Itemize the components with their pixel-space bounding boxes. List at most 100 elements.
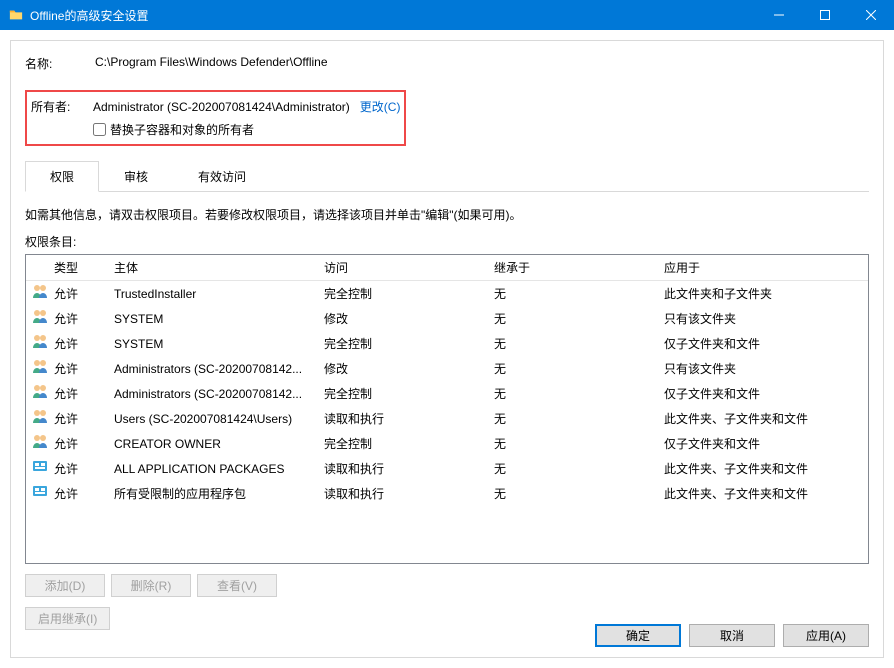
table-row[interactable]: 允许ALL APPLICATION PACKAGES读取和执行无此文件夹、子文件… [26, 456, 868, 481]
name-row: 名称: C:\Program Files\Windows Defender\Of… [25, 55, 869, 72]
ok-button[interactable]: 确定 [595, 624, 681, 647]
cell-access: 完全控制 [324, 385, 494, 403]
cell-applies: 仅子文件夹和文件 [664, 435, 868, 453]
cell-type: 允许 [54, 285, 114, 303]
maximize-button[interactable] [802, 0, 848, 30]
cell-access: 修改 [324, 310, 494, 328]
cell-principal: CREATOR OWNER [114, 435, 324, 453]
table-row[interactable]: 允许CREATOR OWNER完全控制无仅子文件夹和文件 [26, 431, 868, 456]
cell-access: 修改 [324, 360, 494, 378]
tabs: 权限 审核 有效访问 [25, 160, 869, 192]
cell-principal: Administrators (SC-20200708142... [114, 385, 324, 403]
table-row[interactable]: 允许所有受限制的应用程序包读取和执行无此文件夹、子文件夹和文件 [26, 481, 868, 506]
table-row[interactable]: 允许Administrators (SC-20200708142...完全控制无… [26, 381, 868, 406]
cell-applies: 此文件夹、子文件夹和文件 [664, 485, 868, 503]
users-icon [26, 308, 54, 329]
add-button[interactable]: 添加(D) [25, 574, 105, 597]
cell-inherit: 无 [494, 385, 664, 403]
close-button[interactable] [848, 0, 894, 30]
remove-button[interactable]: 删除(R) [111, 574, 191, 597]
cancel-button[interactable]: 取消 [689, 624, 775, 647]
action-buttons: 添加(D) 删除(R) 查看(V) [25, 574, 869, 597]
cell-inherit: 无 [494, 310, 664, 328]
cell-applies: 只有该文件夹 [664, 360, 868, 378]
titlebar: Offline的高级安全设置 [0, 0, 894, 30]
window-title: Offline的高级安全设置 [30, 7, 756, 24]
apply-button[interactable]: 应用(A) [783, 624, 869, 647]
table-row[interactable]: 允许TrustedInstaller完全控制无此文件夹和子文件夹 [26, 281, 868, 306]
cell-inherit: 无 [494, 435, 664, 453]
cell-access: 读取和执行 [324, 485, 494, 503]
cell-principal: Users (SC-202007081424\Users) [114, 410, 324, 428]
permission-list[interactable]: 类型 主体 访问 继承于 应用于 允许TrustedInstaller完全控制无… [25, 254, 869, 564]
cell-type: 允许 [54, 360, 114, 378]
users-icon [26, 433, 54, 454]
tab-effective-access[interactable]: 有效访问 [173, 161, 271, 192]
col-type[interactable]: 类型 [54, 259, 114, 276]
owner-block: 所有者: Administrator (SC-202007081424\Admi… [25, 90, 406, 146]
change-owner-link[interactable]: 更改(C) [360, 98, 401, 115]
name-value: C:\Program Files\Windows Defender\Offlin… [95, 55, 328, 72]
cell-principal: SYSTEM [114, 335, 324, 353]
cell-inherit: 无 [494, 335, 664, 353]
folder-icon [8, 7, 24, 23]
cell-principal: 所有受限制的应用程序包 [114, 485, 324, 503]
col-inherit[interactable]: 继承于 [494, 259, 664, 276]
cell-access: 完全控制 [324, 285, 494, 303]
cell-principal: ALL APPLICATION PACKAGES [114, 460, 324, 478]
col-principal[interactable]: 主体 [114, 259, 324, 276]
replace-owner-label: 替换子容器和对象的所有者 [110, 121, 254, 138]
minimize-button[interactable] [756, 0, 802, 30]
package-icon [26, 458, 54, 479]
cell-type: 允许 [54, 310, 114, 328]
name-label: 名称: [25, 55, 95, 72]
entries-label: 权限条目: [25, 233, 869, 250]
cell-applies: 仅子文件夹和文件 [664, 335, 868, 353]
cell-applies: 只有该文件夹 [664, 310, 868, 328]
cell-inherit: 无 [494, 460, 664, 478]
tab-permissions[interactable]: 权限 [25, 161, 99, 192]
cell-applies: 此文件夹、子文件夹和文件 [664, 460, 868, 478]
cell-access: 读取和执行 [324, 460, 494, 478]
cell-type: 允许 [54, 385, 114, 403]
cell-type: 允许 [54, 435, 114, 453]
owner-value: Administrator (SC-202007081424\Administr… [93, 100, 350, 114]
cell-applies: 此文件夹、子文件夹和文件 [664, 410, 868, 428]
cell-type: 允许 [54, 460, 114, 478]
replace-owner-checkbox[interactable] [93, 123, 106, 136]
col-access[interactable]: 访问 [324, 259, 494, 276]
info-text: 如需其他信息，请双击权限项目。若要修改权限项目，请选择该项目并单击"编辑"(如果… [25, 206, 869, 223]
users-icon [26, 408, 54, 429]
table-row[interactable]: 允许SYSTEM完全控制无仅子文件夹和文件 [26, 331, 868, 356]
cell-type: 允许 [54, 485, 114, 503]
cell-access: 读取和执行 [324, 410, 494, 428]
tab-auditing[interactable]: 审核 [99, 161, 173, 192]
users-icon [26, 283, 54, 304]
cell-principal: Administrators (SC-20200708142... [114, 360, 324, 378]
footer-buttons: 确定 取消 应用(A) [595, 624, 869, 647]
cell-inherit: 无 [494, 360, 664, 378]
cell-access: 完全控制 [324, 335, 494, 353]
table-row[interactable]: 允许Users (SC-202007081424\Users)读取和执行无此文件… [26, 406, 868, 431]
cell-applies: 此文件夹和子文件夹 [664, 285, 868, 303]
cell-inherit: 无 [494, 285, 664, 303]
owner-label: 所有者: [31, 98, 93, 115]
cell-applies: 仅子文件夹和文件 [664, 385, 868, 403]
package-icon [26, 483, 54, 504]
list-header: 类型 主体 访问 继承于 应用于 [26, 255, 868, 281]
users-icon [26, 358, 54, 379]
table-row[interactable]: 允许SYSTEM修改无只有该文件夹 [26, 306, 868, 331]
cell-type: 允许 [54, 335, 114, 353]
enable-inherit-button[interactable]: 启用继承(I) [25, 607, 110, 630]
cell-type: 允许 [54, 410, 114, 428]
col-applies[interactable]: 应用于 [664, 259, 868, 276]
cell-principal: TrustedInstaller [114, 285, 324, 303]
cell-inherit: 无 [494, 485, 664, 503]
table-row[interactable]: 允许Administrators (SC-20200708142...修改无只有… [26, 356, 868, 381]
users-icon [26, 383, 54, 404]
view-button[interactable]: 查看(V) [197, 574, 277, 597]
users-icon [26, 333, 54, 354]
cell-inherit: 无 [494, 410, 664, 428]
cell-principal: SYSTEM [114, 310, 324, 328]
cell-access: 完全控制 [324, 435, 494, 453]
